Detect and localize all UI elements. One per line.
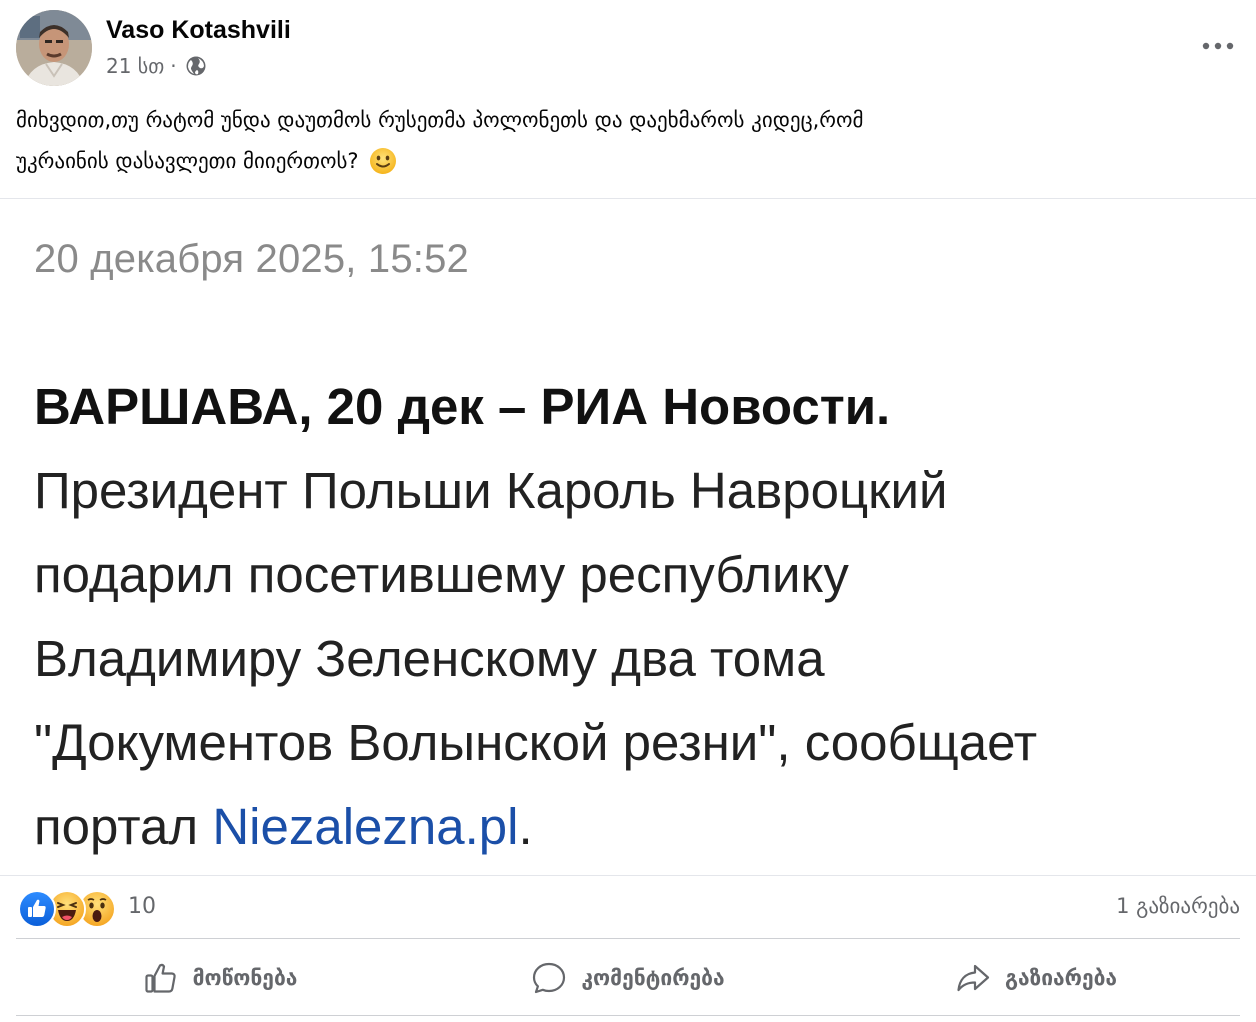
- thumbs-up-icon: [143, 960, 179, 996]
- actions-divider-bottom: [16, 1015, 1240, 1016]
- globe-icon[interactable]: [185, 55, 207, 77]
- share-label: გაზიარება: [1004, 966, 1118, 990]
- comment-label: კომენტირება: [581, 966, 725, 990]
- news-dateline: ВАРШАВА, 20 дек – РИА Новости.: [34, 378, 891, 435]
- post-meta: 21 სთ ·: [106, 54, 207, 78]
- like-button[interactable]: მოწონება: [16, 942, 424, 1014]
- news-line-3: Владимиру Зеленскому два тома: [34, 630, 825, 687]
- post-text-line-2-text: უკრაინის დასავლეთი მიიერთოს?: [16, 149, 359, 173]
- slightly-smiling-face-icon: [369, 147, 397, 175]
- comment-bubble-icon: [531, 960, 567, 996]
- like-reaction-icon: [18, 890, 56, 928]
- author-avatar[interactable]: [16, 10, 92, 86]
- news-line-5-prefix: портал: [34, 798, 213, 855]
- reactions-summary: 10 1 გაზიარება: [16, 884, 1240, 934]
- news-line-5-suffix: .: [518, 798, 533, 855]
- post-time[interactable]: 21 სთ: [106, 54, 164, 78]
- author-name[interactable]: Vaso Kotashvili: [106, 16, 291, 45]
- reaction-icons[interactable]: [18, 890, 128, 928]
- avatar-photo: [16, 10, 92, 86]
- news-line-1: Президент Польши Кароль Навроцкий: [34, 462, 948, 519]
- post-actions: მოწონება კომენტირება გაზიარება: [16, 942, 1240, 1014]
- actions-divider-top: [16, 938, 1240, 939]
- news-body: ВАРШАВА, 20 дек – РИА Новости. Президент…: [34, 365, 1234, 869]
- meta-separator: ·: [170, 54, 177, 78]
- news-line-5: портал Niezalezna.pl.: [34, 785, 1234, 869]
- news-date: 20 декабря 2025, 15:52: [34, 237, 470, 281]
- more-options-button[interactable]: [1196, 28, 1240, 64]
- post-text-line-2: უკრაინის დასავლეთი მიიერთოს?: [16, 141, 1240, 182]
- like-label: მოწონება: [192, 966, 298, 990]
- reaction-count[interactable]: 10: [128, 894, 156, 919]
- share-count[interactable]: 1 გაზიარება: [1116, 894, 1240, 918]
- comment-button[interactable]: კომენტირება: [424, 942, 832, 1014]
- share-button[interactable]: გაზიარება: [832, 942, 1240, 1014]
- post-text: მიხვდით,თუ რატომ უნდა დაუთმოს რუსეთმა პო…: [16, 100, 1240, 182]
- news-line-4: "Документов Волынской резни", сообщает: [34, 714, 1038, 771]
- post-header: Vaso Kotashvili 21 სთ ·: [16, 10, 1240, 88]
- share-arrow-icon: [955, 960, 991, 996]
- news-source-link: Niezalezna.pl: [212, 798, 519, 855]
- post-image[interactable]: 20 декабря 2025, 15:52 ВАРШАВА, 20 дек –…: [0, 198, 1256, 876]
- more-horizontal-icon: [1202, 42, 1234, 50]
- news-line-2: подарил посетившему республику: [34, 546, 849, 603]
- post-text-line-1: მიხვდით,თუ რატომ უნდა დაუთმოს რუსეთმა პო…: [16, 108, 864, 132]
